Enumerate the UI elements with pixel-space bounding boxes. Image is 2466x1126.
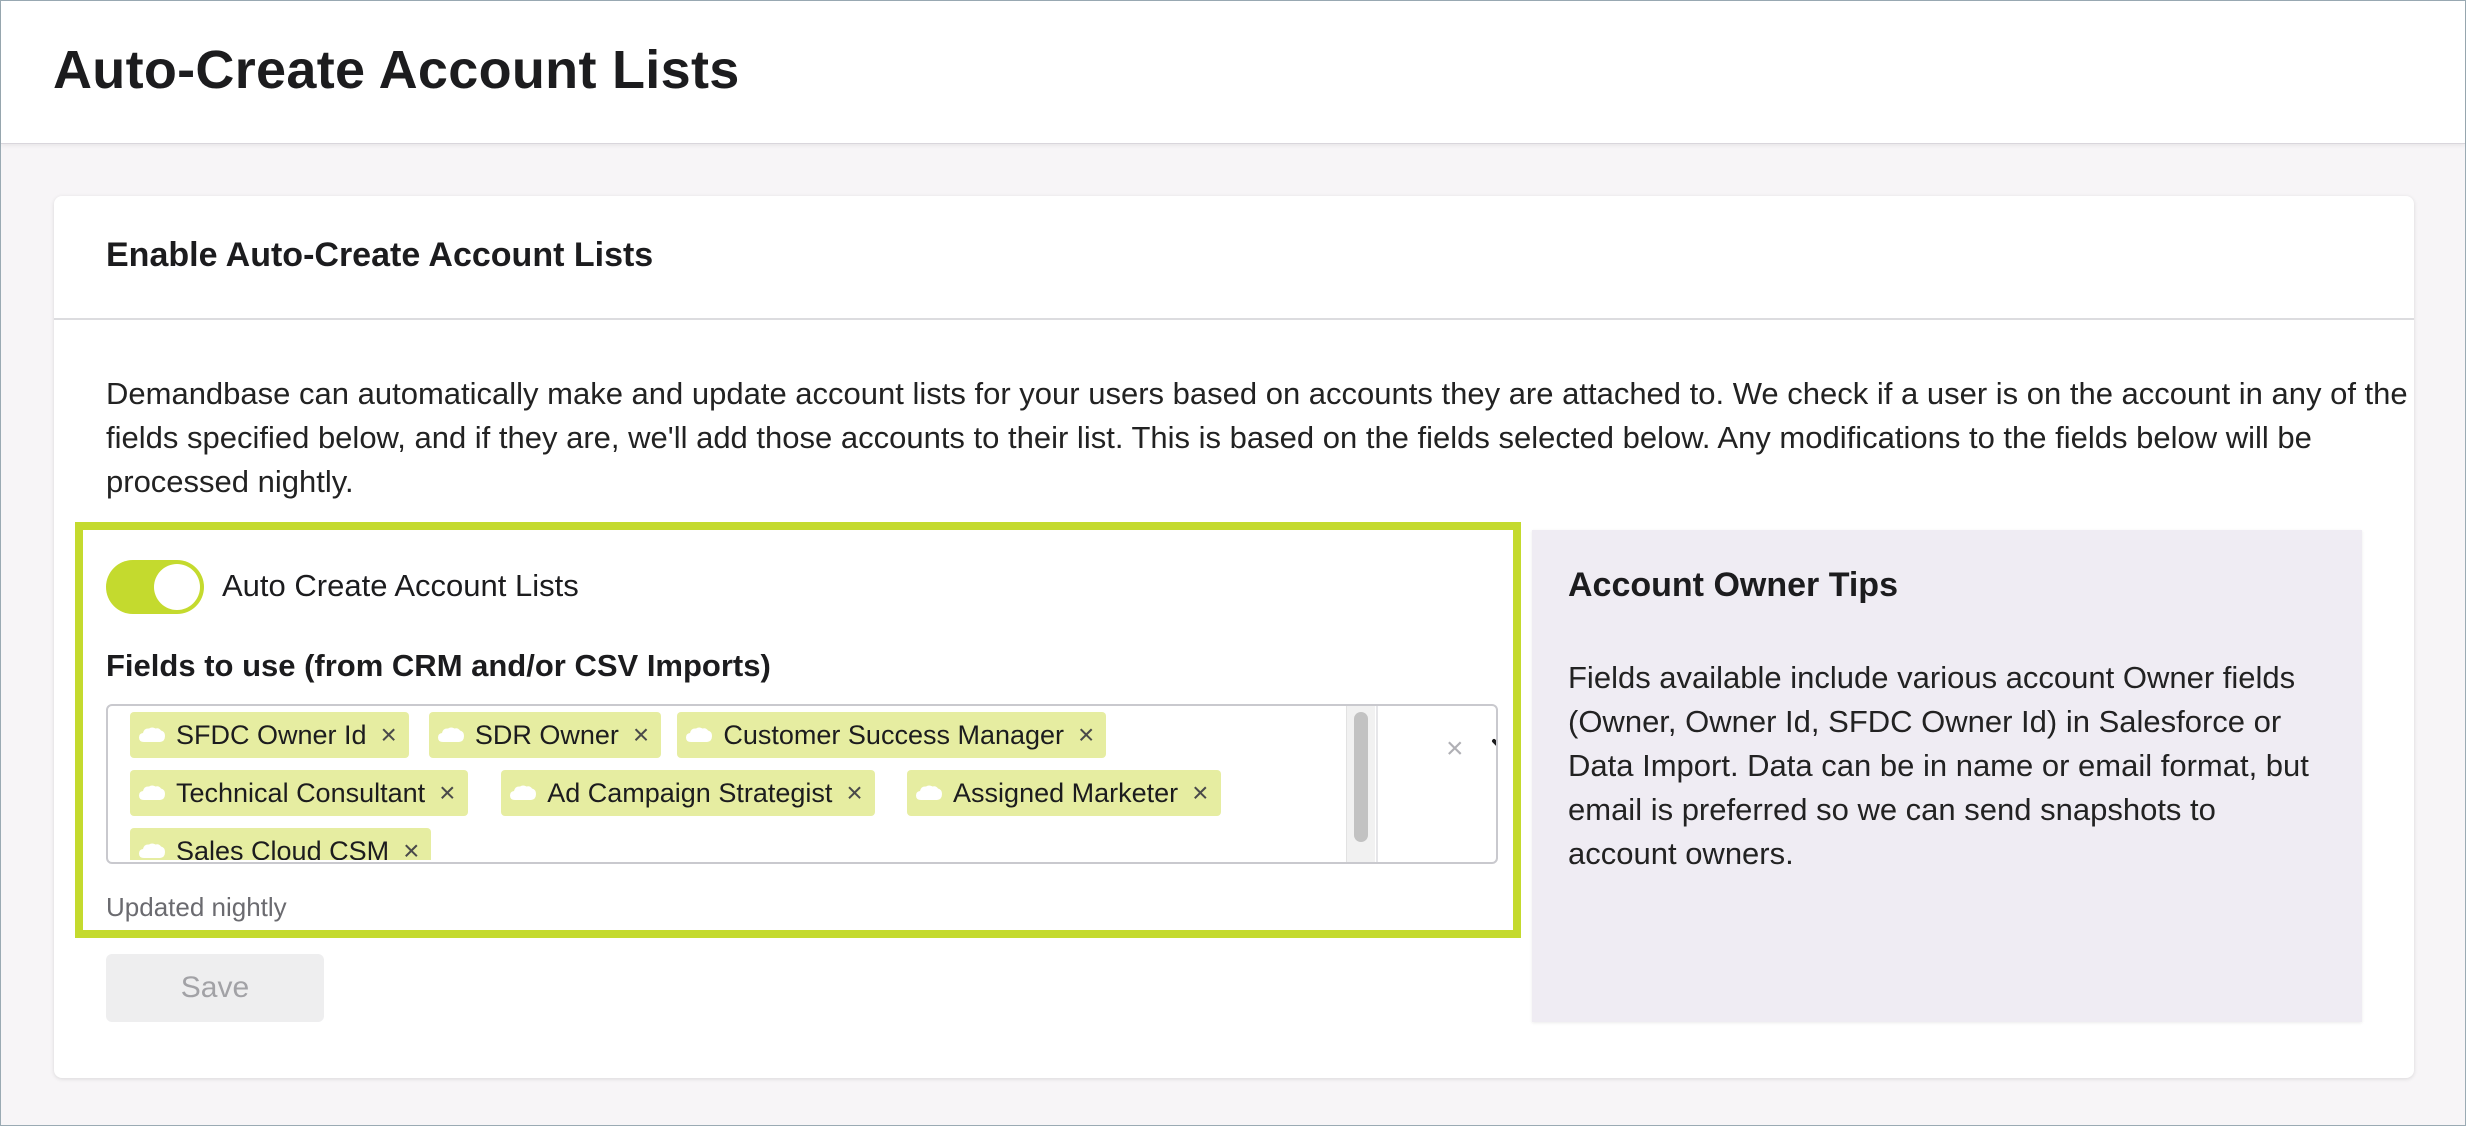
- salesforce-cloud-icon: [139, 843, 165, 859]
- settings-card: Enable Auto-Create Account Lists Demandb…: [54, 196, 2414, 1078]
- chevron-down-icon[interactable]: [1490, 736, 1498, 760]
- field-chip: SFDC Owner Id ×: [130, 712, 409, 758]
- chip-label: Sales Cloud CSM: [176, 835, 390, 860]
- salesforce-cloud-icon: [437, 727, 464, 742]
- selected-fields: SFDC Owner Id × SDR Owner × Customer Success…: [130, 712, 1360, 860]
- remove-chip-icon[interactable]: ×: [403, 837, 419, 860]
- remove-chip-icon[interactable]: ×: [1078, 721, 1094, 749]
- page-header: Auto-Create Account Lists: [1, 1, 2465, 144]
- clear-icon[interactable]: ×: [1446, 732, 1464, 766]
- remove-chip-icon[interactable]: ×: [846, 779, 862, 807]
- card-header: Enable Auto-Create Account Lists: [54, 196, 2414, 320]
- field-chip: Technical Consultant ×: [130, 770, 468, 817]
- fields-label: Fields to use (from CRM and/or CSV Impor…: [106, 648, 771, 683]
- chip-label: SDR Owner: [474, 719, 619, 750]
- remove-chip-icon[interactable]: ×: [439, 779, 455, 807]
- page-title: Auto-Create Account Lists: [53, 40, 740, 100]
- chip-label: Ad Campaign Strategist: [547, 777, 833, 808]
- toggle-label: Auto Create Account Lists: [222, 568, 579, 603]
- salesforce-cloud-icon: [139, 785, 165, 801]
- card-title: Enable Auto-Create Account Lists: [106, 236, 654, 274]
- chips-scrollbar[interactable]: [1346, 706, 1375, 862]
- field-chip: SDR Owner ×: [428, 712, 662, 758]
- field-chip: Customer Success Manager ×: [677, 712, 1107, 758]
- chip-label: SFDC Owner Id: [176, 719, 367, 750]
- tips-panel: Account Owner Tips Fields available incl…: [1532, 530, 2362, 1022]
- chip-label: Technical Consultant: [176, 777, 426, 808]
- remove-chip-icon[interactable]: ×: [1192, 779, 1208, 807]
- toggle-knob: [154, 564, 200, 610]
- scrollbar-thumb[interactable]: [1354, 712, 1368, 842]
- salesforce-cloud-icon: [686, 727, 713, 742]
- salesforce-cloud-icon: [916, 785, 943, 801]
- auto-create-toggle[interactable]: [106, 560, 204, 614]
- field-chip: Assigned Marketer ×: [907, 770, 1221, 817]
- field-chip: Ad Campaign Strategist ×: [501, 770, 875, 817]
- salesforce-cloud-icon: [139, 727, 165, 742]
- tips-title: Account Owner Tips: [1568, 566, 1898, 604]
- select-divider: [1376, 706, 1378, 862]
- chip-label: Customer Success Manager: [723, 719, 1065, 750]
- card-description: Demandbase can automatically make and up…: [106, 376, 2408, 499]
- fields-multiselect[interactable]: SFDC Owner Id × SDR Owner × Customer Success…: [106, 704, 1498, 864]
- salesforce-cloud-icon: [510, 785, 537, 801]
- field-chip: Sales Cloud CSM ×: [130, 828, 432, 860]
- remove-chip-icon[interactable]: ×: [633, 721, 649, 749]
- tips-body: Fields available include various account…: [1568, 660, 2309, 871]
- chip-label: Assigned Marketer: [953, 777, 1179, 808]
- save-button[interactable]: Save: [106, 954, 324, 1022]
- helper-text: Updated nightly: [106, 892, 287, 922]
- remove-chip-icon[interactable]: ×: [381, 721, 397, 749]
